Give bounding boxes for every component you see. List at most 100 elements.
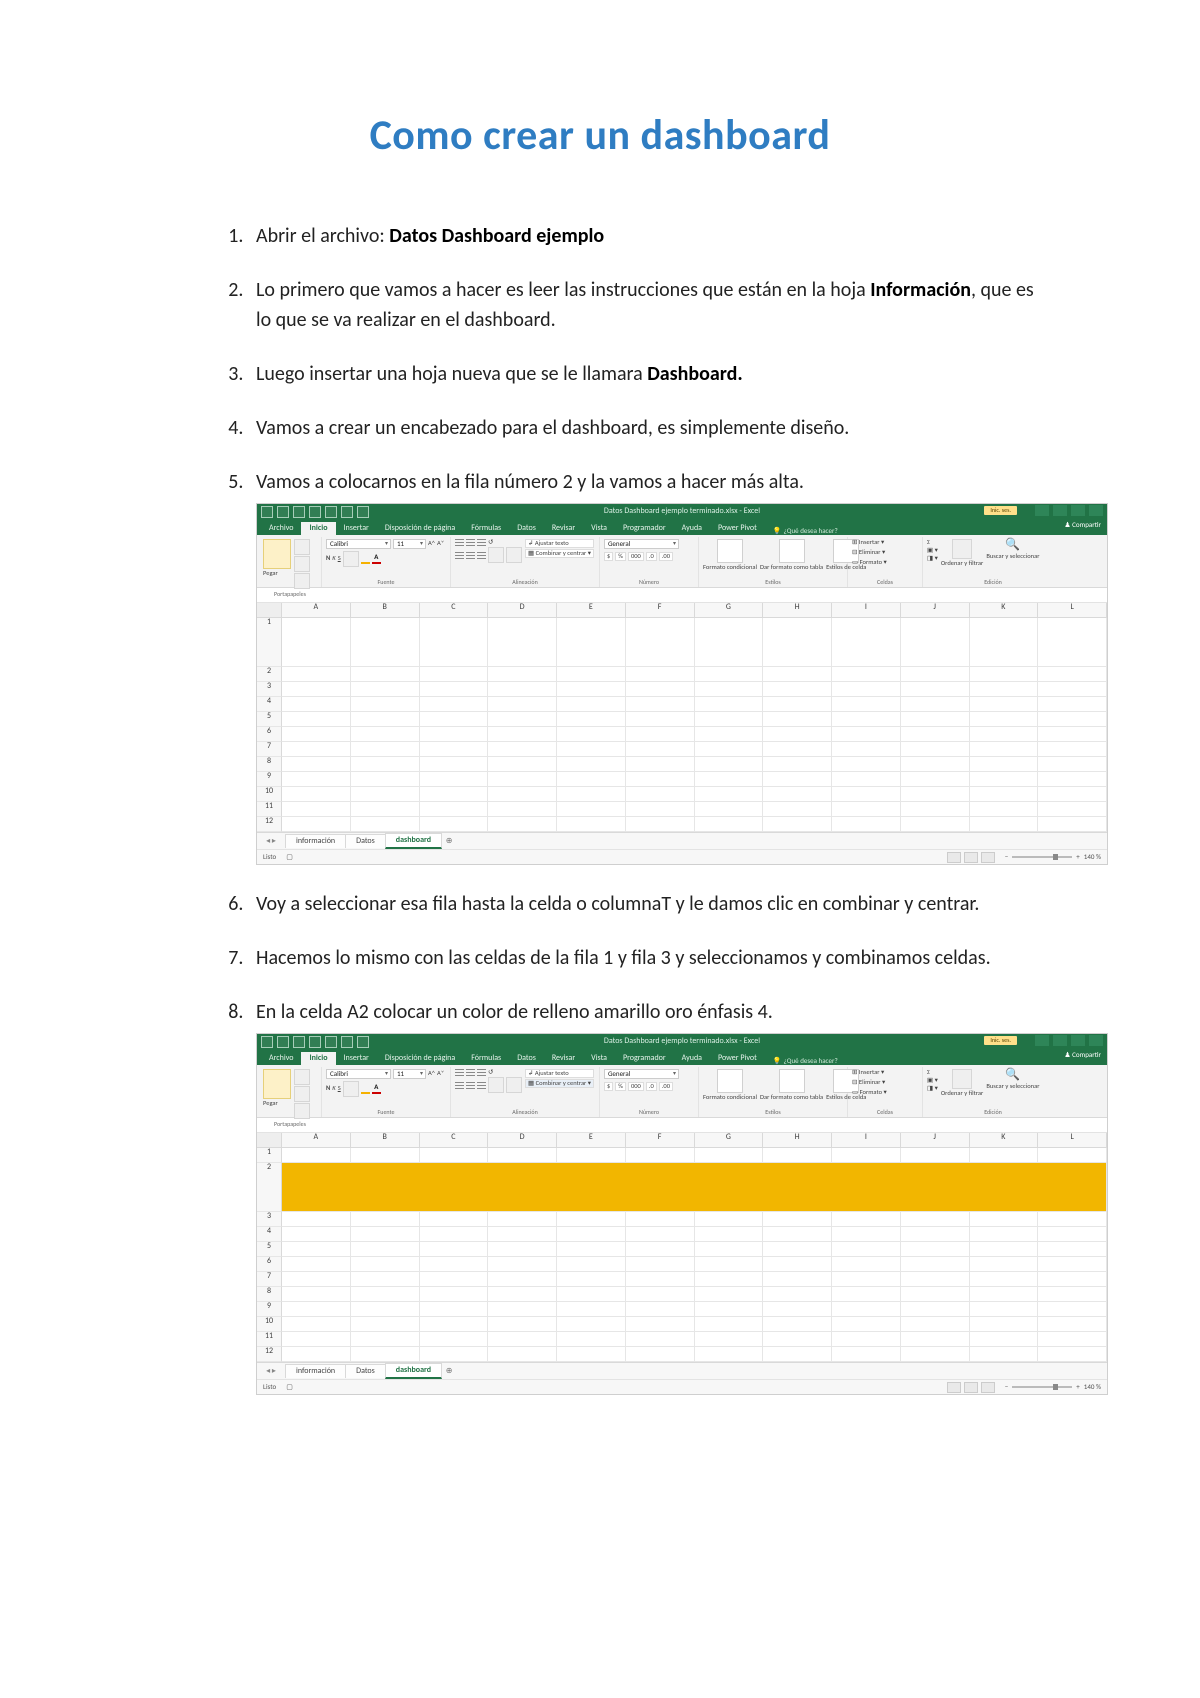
tab-ayuda[interactable]: Ayuda [674,1052,710,1065]
sheet-tab-datos[interactable]: Datos [345,1364,386,1378]
orientation-icon[interactable]: ↺ [488,1069,493,1076]
comma-button[interactable]: 000 [628,1082,644,1091]
borders-icon[interactable] [343,551,359,567]
row-header[interactable]: 11 [257,1332,282,1347]
tab-ayuda[interactable]: Ayuda [674,522,710,535]
col-header[interactable]: A [282,1133,351,1147]
sheet-body[interactable]: 1 2 3 4 5 6 7 8 9 10 11 12 [257,1148,1107,1362]
row-header[interactable]: 10 [257,1317,282,1332]
align-right-icon[interactable] [477,1082,486,1089]
row-header[interactable]: 3 [257,682,282,697]
formula-bar[interactable] [257,588,1107,603]
dec-dec-button[interactable]: .00 [659,1082,673,1091]
cut-icon[interactable] [294,1069,310,1085]
col-header[interactable]: H [763,603,832,617]
col-header[interactable]: D [488,603,557,617]
ribbon-options-icon[interactable] [1035,1035,1049,1046]
percent-button[interactable]: % [615,552,626,561]
number-format-combo[interactable]: General [604,1069,679,1079]
tab-vista[interactable]: Vista [583,522,615,535]
cut-icon[interactable] [294,539,310,555]
select-all-corner[interactable] [257,603,282,617]
col-header[interactable]: A [282,603,351,617]
font-size-combo[interactable]: 11 [393,539,426,549]
format-painter-icon[interactable] [294,1103,310,1119]
row-header[interactable]: 11 [257,802,282,817]
tab-revisar[interactable]: Revisar [544,1052,583,1065]
clear-button[interactable]: ◨ ▾ [927,1085,938,1092]
col-header[interactable]: G [695,1133,764,1147]
indent-left-icon[interactable] [488,1077,504,1093]
signin-badge[interactable]: Inic. ses. [984,506,1017,515]
sheet-tab-informacion[interactable]: información [285,1364,346,1378]
tab-vista[interactable]: Vista [583,1052,615,1065]
col-header[interactable]: E [557,1133,626,1147]
tab-inicio[interactable]: Inicio [301,522,335,535]
col-header[interactable]: L [1038,603,1107,617]
col-header[interactable]: J [901,603,970,617]
tell-me-box[interactable]: ¿Qué desea hacer? [773,1057,838,1065]
col-header[interactable]: E [557,603,626,617]
find-icon[interactable]: 🔍 [1005,1069,1020,1082]
format-table-icon[interactable] [779,1069,805,1093]
select-all-corner[interactable] [257,1133,282,1147]
indent-right-icon[interactable] [506,547,522,563]
col-header[interactable]: C [420,1133,489,1147]
sort-filter-icon[interactable] [952,539,972,559]
tab-datos[interactable]: Datos [509,1052,544,1065]
tab-insertar[interactable]: Insertar [336,522,377,535]
inc-dec-button[interactable]: .0 [646,552,657,561]
tab-datos[interactable]: Datos [509,522,544,535]
align-left-icon[interactable] [455,1082,464,1089]
paste-icon[interactable] [263,1069,291,1099]
font-family-combo[interactable]: Calibri [326,539,391,549]
number-format-combo[interactable]: General [604,539,679,549]
tab-inicio[interactable]: Inicio [301,1052,335,1065]
col-header[interactable]: K [970,1133,1039,1147]
share-button[interactable]: ♟ Compartir [1064,1051,1101,1059]
tab-insertar[interactable]: Insertar [336,1052,377,1065]
col-header[interactable]: F [626,1133,695,1147]
bold-button[interactable]: N [326,1085,330,1092]
row-header[interactable]: 2 [257,667,282,682]
tab-powerpivot[interactable]: Power Pivot [710,1052,765,1065]
row-header[interactable]: 10 [257,787,282,802]
tab-programador[interactable]: Programador [615,1052,674,1065]
dec-dec-button[interactable]: .00 [659,552,673,561]
currency-button[interactable]: $ [604,1082,613,1091]
align-center-icon[interactable] [466,552,475,559]
minimize-icon[interactable] [1053,505,1067,516]
sheet-nav[interactable]: ◂ ▸ [257,1367,285,1376]
new-sheet-button[interactable]: ⊕ [441,1367,457,1376]
row-header[interactable]: 8 [257,757,282,772]
macro-record-icon[interactable]: ▢ [282,1383,297,1391]
col-header[interactable]: G [695,603,764,617]
underline-button[interactable]: S [338,1085,341,1092]
copy-icon[interactable] [294,556,310,572]
tab-archivo[interactable]: Archivo [261,522,301,535]
align-bottom-icon[interactable] [477,539,486,546]
col-header[interactable]: B [351,603,420,617]
new-sheet-button[interactable]: ⊕ [441,837,457,846]
percent-button[interactable]: % [615,1082,626,1091]
font-color-icon[interactable]: A [372,553,381,564]
format-cells[interactable]: ▭ Formato ▾ [852,1089,887,1096]
fill-button[interactable]: ▣ ▾ [927,547,938,554]
currency-button[interactable]: $ [604,552,613,561]
bold-button[interactable]: N [326,555,330,562]
row-header[interactable]: 1 [257,1148,282,1163]
format-painter-icon[interactable] [294,573,310,589]
tab-disposicion[interactable]: Disposición de página [377,522,463,535]
delete-cells[interactable]: ⊟ Eliminar ▾ [852,1079,885,1086]
autosum-button[interactable]: Σ [927,1069,938,1076]
tab-archivo[interactable]: Archivo [261,1052,301,1065]
sheet-tab-datos[interactable]: Datos [345,834,386,848]
view-buttons[interactable] [943,852,999,863]
wrap-text-button[interactable]: ↲ Ajustar texto [525,539,594,548]
align-center-icon[interactable] [466,1082,475,1089]
insert-cells[interactable]: ⊞ Insertar ▾ [852,539,884,546]
italic-button[interactable]: K [332,555,335,562]
sheet-nav[interactable]: ◂ ▸ [257,837,285,846]
col-header[interactable]: I [832,603,901,617]
merge-center-button[interactable]: ▦ Combinar y centrar ▾ [525,549,594,558]
